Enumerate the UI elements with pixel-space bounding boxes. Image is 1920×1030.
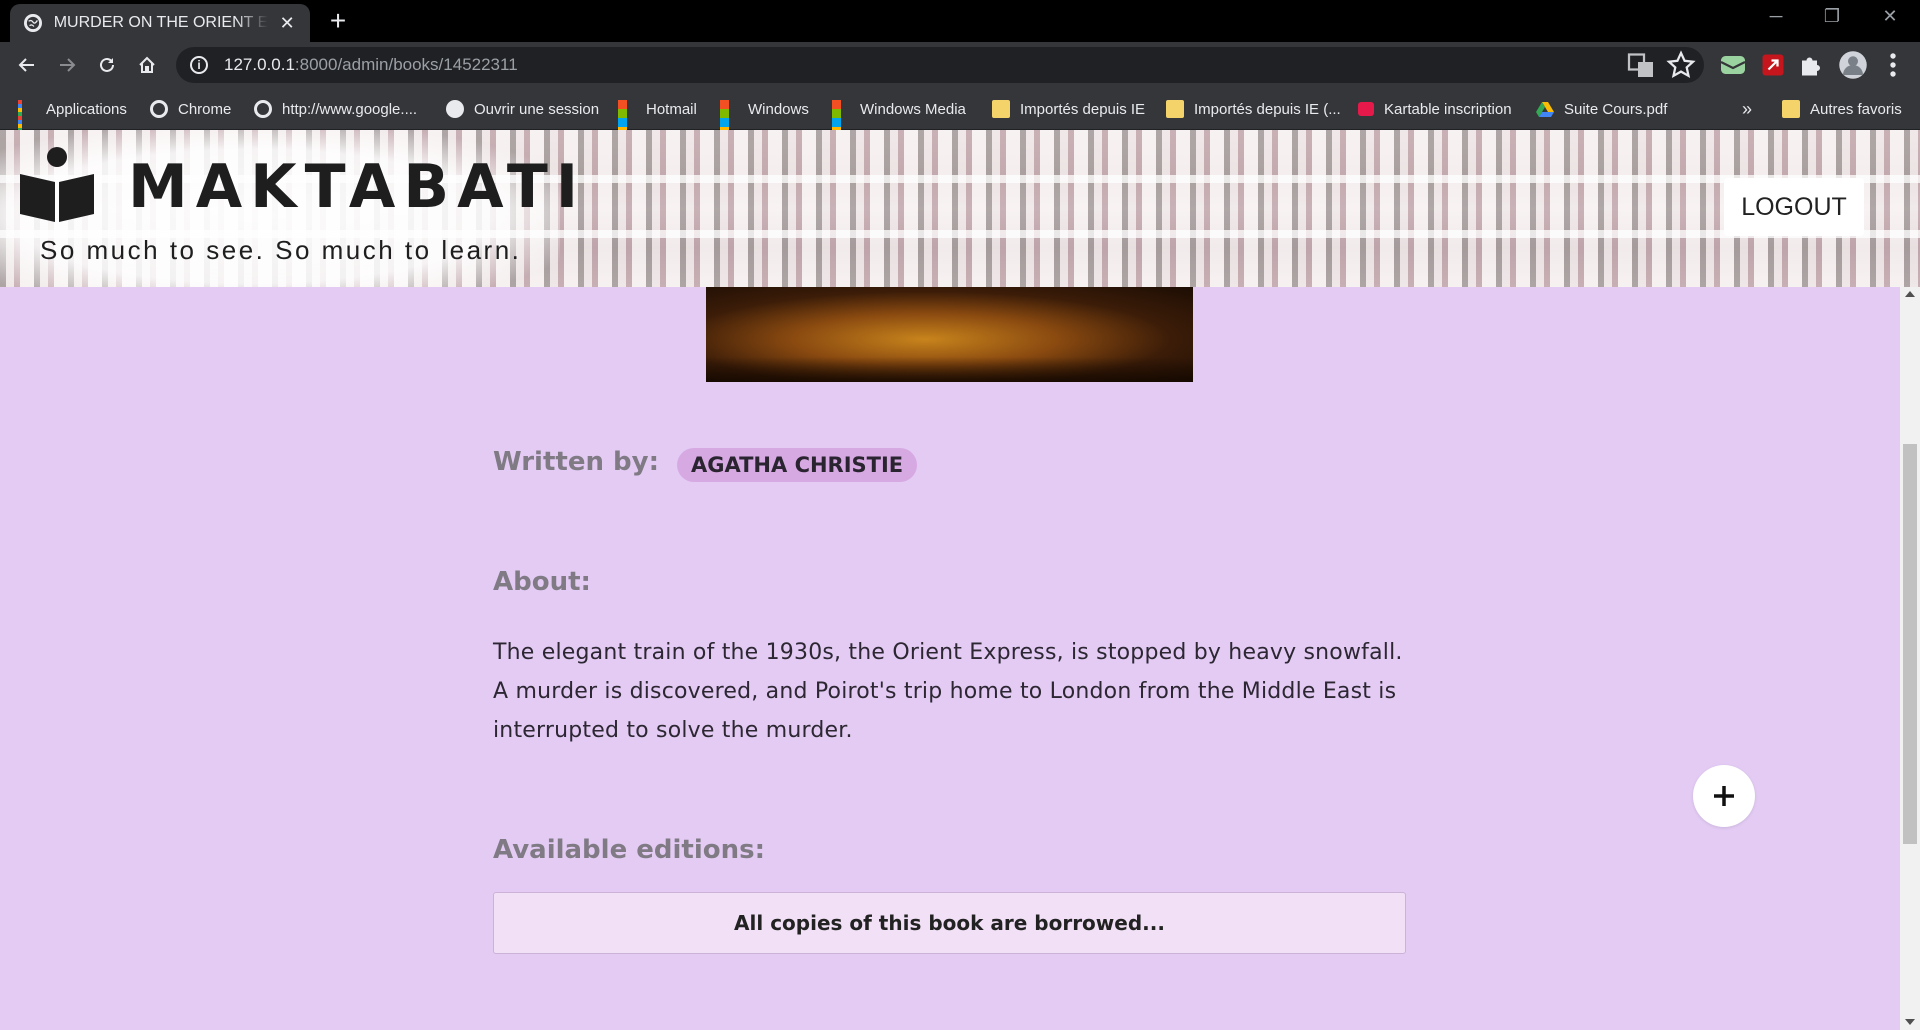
drive-icon [1536, 100, 1554, 118]
tab-title: MURDER ON THE ORIENT EXPRESS [53, 14, 269, 31]
bookmarks-bar: Applications Chrome http://www.google...… [0, 88, 1920, 136]
scrollbar-thumb[interactable] [1903, 444, 1917, 844]
book-detail: Written by: AGATHA CHRISTIE About: The e… [0, 287, 1900, 1030]
translate-icon[interactable] [1626, 50, 1656, 80]
browser-menu-icon[interactable] [1878, 50, 1908, 80]
available-editions-label: Available editions: [493, 835, 766, 865]
bookmark-label: Hotmail [646, 100, 697, 118]
google-icon [150, 100, 168, 118]
bookmark-kartable[interactable]: Kartable inscription [1358, 88, 1512, 130]
site-tagline: So much to see. So much to learn. [40, 235, 522, 265]
browser-toolbar: i 127.0.0.1:8000/admin/books/14522311 [0, 42, 1920, 88]
url-host: 127.0.0.1 [224, 55, 295, 74]
bookmark-label: Kartable inscription [1384, 100, 1512, 118]
bookmark-applications[interactable]: Applications [18, 88, 127, 136]
profile-avatar[interactable] [1838, 50, 1868, 80]
page-scrollbar[interactable] [1900, 287, 1920, 1030]
windows-icon [832, 100, 850, 136]
bookmark-label: Windows [748, 100, 809, 118]
bookmark-other-favorites[interactable]: Autres favoris [1782, 88, 1902, 130]
bookmark-label: Autres favoris [1810, 100, 1902, 118]
windows-icon [720, 100, 738, 136]
extension-red-icon[interactable] [1758, 50, 1788, 80]
extension-mail-icon[interactable] [1718, 50, 1748, 80]
google-icon [254, 100, 272, 118]
author-chip[interactable]: AGATHA CHRISTIE [677, 448, 918, 482]
book-description: The elegant train of the 1930s, the Orie… [493, 640, 1403, 743]
site-info-icon[interactable]: i [190, 56, 208, 74]
bookmark-label: Chrome [178, 100, 232, 118]
extensions-puzzle-icon[interactable] [1796, 50, 1826, 80]
logout-button[interactable]: LOGOUT [1724, 178, 1864, 236]
bookmark-folder-ie[interactable]: Importés depuis IE [992, 88, 1145, 130]
minimize-icon[interactable]: ─ [1756, 6, 1796, 27]
site-header: MAKTABATI So much to see. So much to lea… [0, 130, 1920, 287]
close-window-icon[interactable]: ✕ [1870, 6, 1910, 27]
bookmark-label: Importés depuis IE [1020, 100, 1146, 118]
globe-icon [24, 14, 42, 32]
book-cover-image [706, 287, 1193, 382]
editions-empty-message: All copies of this book are borrowed... [493, 892, 1406, 954]
cover-shadow [706, 357, 1193, 382]
restore-icon[interactable]: ❐ [1812, 6, 1852, 27]
bookmark-folder-ie-2[interactable]: Importés depuis IE (... [1166, 88, 1341, 130]
reload-icon[interactable] [92, 50, 122, 80]
close-tab-icon[interactable]: ✕ [278, 13, 296, 34]
scroll-up-icon[interactable] [1905, 291, 1915, 297]
bookmark-label: Suite Cours.pdf [1564, 100, 1668, 118]
bookmark-google[interactable]: http://www.google.... [254, 88, 417, 130]
reader-logo-icon [20, 147, 94, 222]
bookmark-chrome[interactable]: Chrome [150, 88, 231, 130]
browser-tab[interactable]: MURDER ON THE ORIENT EXPRESS ✕ [10, 4, 310, 42]
add-edition-button[interactable] [1693, 765, 1755, 827]
bookmark-label: http://www.google.... [282, 100, 418, 118]
new-tab-button[interactable]: + [323, 6, 353, 36]
plus-icon [1714, 786, 1734, 806]
about-label: About: [493, 567, 591, 597]
bookmark-label: Importés depuis IE (... [1194, 100, 1341, 118]
bookmark-hotmail[interactable]: Hotmail [618, 88, 697, 136]
url-path: :8000/admin/books/14522311 [294, 55, 518, 74]
bookmark-label: Applications [46, 100, 127, 118]
bookmark-label: Ouvrir une session [474, 100, 600, 118]
folder-icon [1166, 100, 1184, 118]
forward-icon[interactable] [52, 50, 82, 80]
apps-icon [18, 100, 36, 136]
bookmark-windows-media[interactable]: Windows Media [832, 88, 966, 136]
folder-icon [992, 100, 1010, 118]
bookmark-ouvrir-session[interactable]: Ouvrir une session [446, 88, 599, 130]
globe-icon [446, 100, 464, 118]
scroll-down-icon[interactable] [1905, 1019, 1915, 1025]
home-icon[interactable] [132, 50, 162, 80]
address-bar[interactable]: i 127.0.0.1:8000/admin/books/14522311 [176, 47, 1704, 83]
bookmark-suite-cours[interactable]: Suite Cours.pdf [1536, 88, 1667, 130]
site-brand[interactable]: MAKTABATI [128, 152, 586, 222]
folder-icon [1782, 100, 1800, 118]
bookmark-star-icon[interactable] [1666, 50, 1696, 80]
browser-titlebar: MURDER ON THE ORIENT EXPRESS ✕ + ─ ❐ ✕ [0, 0, 1920, 42]
windows-icon [618, 100, 636, 136]
kartable-icon [1358, 102, 1374, 116]
bookmarks-overflow-button[interactable]: » [1742, 88, 1752, 130]
bookmark-label: Windows Media [860, 100, 966, 118]
bookmark-windows[interactable]: Windows [720, 88, 809, 136]
written-by-label: Written by: [493, 447, 659, 477]
back-icon[interactable] [12, 50, 42, 80]
